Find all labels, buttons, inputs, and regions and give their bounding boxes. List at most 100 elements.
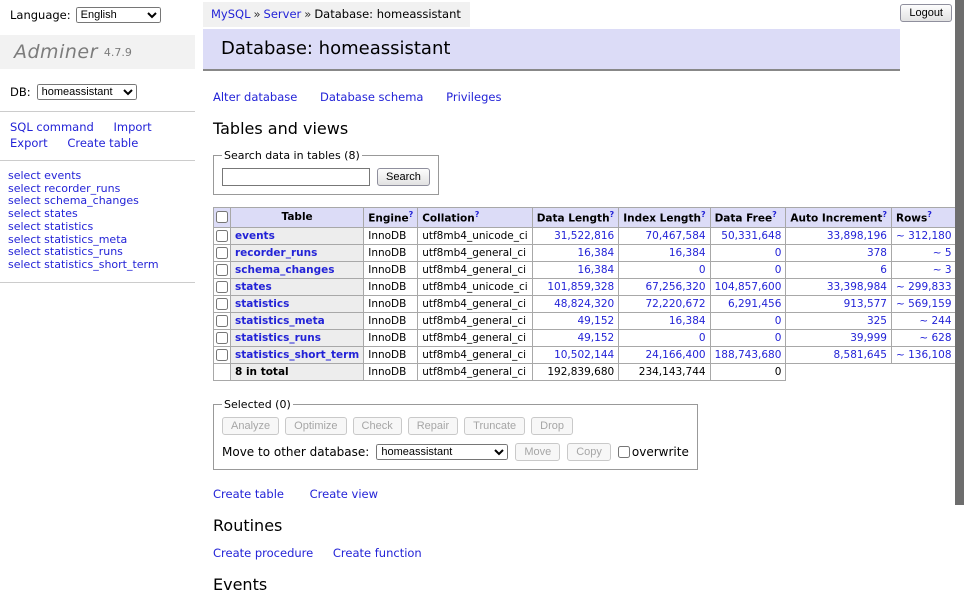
row-checkbox[interactable] [216, 281, 228, 293]
create-view-link[interactable]: Create view [310, 487, 378, 501]
data-length-link[interactable]: 48,824,320 [554, 298, 614, 310]
column-help-link[interactable]: ? [701, 210, 706, 219]
check-button[interactable]: Check [353, 417, 402, 435]
scrollbar-thumb[interactable] [955, 0, 964, 505]
table-name-link[interactable]: statistics_meta [235, 315, 325, 327]
rows-count-link[interactable]: ~ 312,180 [896, 230, 952, 242]
row-checkbox[interactable] [216, 264, 228, 276]
row-checkbox[interactable] [216, 349, 228, 361]
table-name-link[interactable]: schema_changes [235, 264, 335, 276]
select-all-checkbox[interactable] [216, 211, 228, 223]
auto-increment-link[interactable]: 39,999 [850, 332, 887, 344]
auto-increment-link[interactable]: 33,398,984 [827, 281, 887, 293]
index-length-link[interactable]: 16,384 [669, 247, 706, 259]
row-checkbox[interactable] [216, 247, 228, 259]
alter-database-link[interactable]: Alter database [213, 90, 297, 104]
data-free-link[interactable]: 188,743,680 [715, 349, 782, 361]
data-free-link[interactable]: 6,291,456 [728, 298, 781, 310]
rows-count-link[interactable]: ~ 136,108 [896, 349, 952, 361]
privileges-link[interactable]: Privileges [446, 90, 501, 104]
sidebar-link-import[interactable]: Import [113, 120, 151, 134]
data-free-link[interactable]: 0 [775, 315, 782, 327]
total-engine: InnoDB [364, 363, 418, 380]
index-length-link[interactable]: 0 [699, 332, 706, 344]
sidebar-table-link[interactable]: select states [8, 208, 195, 221]
auto-increment-link[interactable]: 33,898,196 [827, 230, 887, 242]
row-checkbox[interactable] [216, 332, 228, 344]
table-name-link[interactable]: recorder_runs [235, 247, 317, 259]
column-help-link[interactable]: ? [772, 210, 777, 219]
sidebar-table-link[interactable]: select statistics_short_term [8, 259, 195, 272]
column-help-link[interactable]: ? [610, 210, 615, 219]
index-length-link[interactable]: 0 [699, 264, 706, 276]
create-table-link[interactable]: Create table [213, 487, 284, 501]
search-input[interactable] [222, 168, 370, 186]
index-length-link[interactable]: 70,467,584 [645, 230, 705, 242]
data-free-link[interactable]: 104,857,600 [715, 281, 782, 293]
table-name-link[interactable]: events [235, 230, 275, 242]
rows-count-link[interactable]: ~ 3 [933, 264, 952, 276]
create-function-link[interactable]: Create function [333, 546, 422, 560]
table-name-link[interactable]: statistics_runs [235, 332, 321, 344]
data-free-link[interactable]: 0 [775, 247, 782, 259]
scrollbar[interactable] [955, 0, 966, 543]
auto-increment-link[interactable]: 378 [867, 247, 887, 259]
data-length-link[interactable]: 49,152 [577, 332, 614, 344]
sidebar-table-link[interactable]: select statistics [8, 221, 195, 234]
database-schema-link[interactable]: Database schema [320, 90, 423, 104]
copy-button[interactable]: Copy [567, 443, 611, 461]
column-help-link[interactable]: ? [882, 210, 887, 219]
repair-button[interactable]: Repair [408, 417, 458, 435]
breadcrumb-mysql-link[interactable]: MySQL [211, 7, 251, 21]
sidebar-link-sql-command[interactable]: SQL command [10, 120, 94, 134]
language-select[interactable]: English [76, 7, 161, 23]
column-header-collation: Collation? [418, 208, 532, 228]
data-length-link[interactable]: 101,859,328 [547, 281, 614, 293]
table-name-link[interactable]: statistics [235, 298, 289, 310]
data-free-link[interactable]: 0 [775, 264, 782, 276]
data-length-link[interactable]: 16,384 [577, 264, 614, 276]
truncate-button[interactable]: Truncate [464, 417, 525, 435]
table-name-link[interactable]: states [235, 281, 272, 293]
rows-count-link[interactable]: ~ 5 [933, 247, 952, 259]
overwrite-checkbox[interactable] [618, 446, 630, 458]
search-button[interactable]: Search [377, 168, 430, 186]
data-length-link[interactable]: 16,384 [577, 247, 614, 259]
column-help-link[interactable]: ? [927, 210, 932, 219]
analyze-button[interactable]: Analyze [222, 417, 279, 435]
data-length-link[interactable]: 49,152 [577, 315, 614, 327]
index-length-link[interactable]: 16,384 [669, 315, 706, 327]
auto-increment-link[interactable]: 8,581,645 [834, 349, 887, 361]
auto-increment-link[interactable]: 325 [867, 315, 887, 327]
rows-count-link[interactable]: ~ 299,833 [896, 281, 952, 293]
move-db-select[interactable]: homeassistant [376, 444, 508, 460]
auto-increment-link[interactable]: 913,577 [844, 298, 887, 310]
move-button[interactable]: Move [515, 443, 560, 461]
rows-count-link[interactable]: ~ 628 [919, 332, 951, 344]
row-checkbox[interactable] [216, 230, 228, 242]
index-length-link[interactable]: 72,220,672 [645, 298, 705, 310]
row-checkbox[interactable] [216, 298, 228, 310]
sidebar-table-link[interactable]: select events [8, 170, 195, 183]
column-help-link[interactable]: ? [475, 210, 480, 219]
table-name-link[interactable]: statistics_short_term [235, 349, 359, 361]
column-help-link[interactable]: ? [409, 210, 414, 219]
index-length-link[interactable]: 67,256,320 [645, 281, 705, 293]
rows-count-link[interactable]: ~ 244 [919, 315, 951, 327]
breadcrumb-server-link[interactable]: Server [264, 7, 302, 21]
data-length-link[interactable]: 10,502,144 [554, 349, 614, 361]
db-select[interactable]: homeassistant [37, 84, 137, 100]
auto-increment-link[interactable]: 6 [880, 264, 887, 276]
sidebar-link-export[interactable]: Export [10, 136, 48, 150]
logout-button[interactable]: Logout [900, 4, 952, 22]
data-free-link[interactable]: 50,331,648 [721, 230, 781, 242]
create-procedure-link[interactable]: Create procedure [213, 546, 313, 560]
rows-count-link[interactable]: ~ 569,159 [896, 298, 952, 310]
sidebar-link-create-table[interactable]: Create table [67, 136, 138, 150]
index-length-link[interactable]: 24,166,400 [645, 349, 705, 361]
drop-button[interactable]: Drop [531, 417, 573, 435]
data-length-link[interactable]: 31,522,816 [554, 230, 614, 242]
row-checkbox[interactable] [216, 315, 228, 327]
optimize-button[interactable]: Optimize [285, 417, 346, 435]
data-free-link[interactable]: 0 [775, 332, 782, 344]
